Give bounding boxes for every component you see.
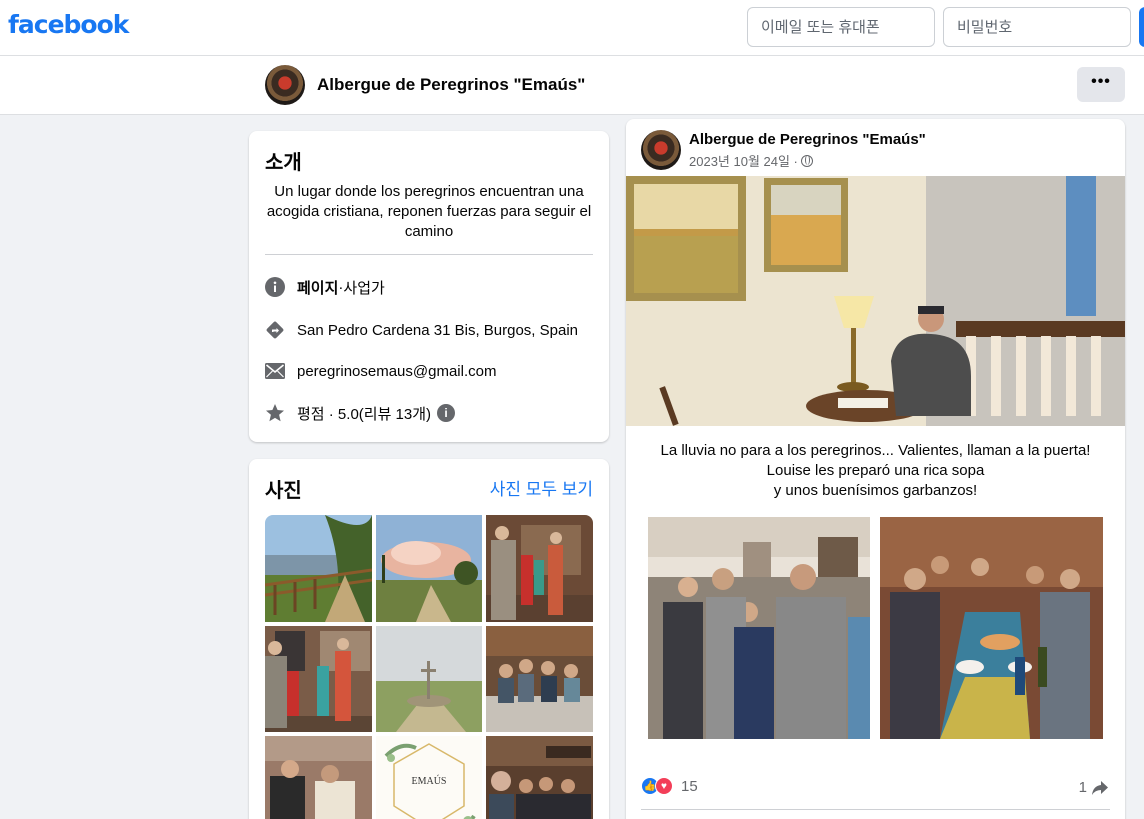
photo-thumbnail[interactable]: EMAÚS [376,736,482,819]
shares-summary[interactable]: 1 [1079,779,1109,796]
about-card: 소개 Un lugar donde los peregrinos encuent… [249,131,609,442]
email-row[interactable]: peregrinosemaus@gmail.com [265,360,496,382]
directions-icon [265,320,285,340]
love-reaction-icon: ♥ [655,777,673,795]
rating-info-icon[interactable]: i [437,404,456,422]
category-value: 사업가 [343,279,385,297]
about-title: 소개 [265,152,302,174]
share-icon [1092,780,1108,795]
emaus-logo-text: EMAÚS [411,775,446,787]
post-photo-group[interactable] [648,517,870,739]
category-label: 페이지 [297,279,339,297]
post-text: La lluvia no para a los peregrinos... Va… [626,441,1125,501]
post-meta: 2023년 10월 24일 · [689,151,813,170]
photo-thumbnail[interactable] [265,736,372,819]
about-description: Un lugar donde los peregrinos encuentran… [266,183,592,240]
top-bar: facebook [0,0,1144,56]
shares-count[interactable]: 1 [1079,779,1087,796]
photo-thumbnail[interactable] [486,626,593,732]
post-author-avatar[interactable] [641,130,681,170]
photos-card: 사진 사진 모두 보기 EMAÚS [249,459,609,819]
post-main-photo[interactable] [626,176,1125,426]
see-all-photos-link[interactable]: 사진 모두 보기 [490,475,593,500]
photo-thumbnail[interactable] [486,736,593,819]
facebook-logo[interactable]: facebook [8,10,129,39]
rating-text: 평점 · 5.0(리뷰 13개) [297,405,432,423]
email-text[interactable]: peregrinosemaus@gmail.com [297,363,496,380]
post-text-line: y unos buenísimos garbanzos! [773,482,978,499]
photo-thumbnail[interactable] [376,515,482,622]
page-header: Albergue de Peregrinos "Emaús" ••• [0,56,1144,115]
password-field[interactable] [943,7,1131,47]
info-icon [265,277,285,297]
reactions-summary[interactable]: 👍 ♥ 15 [641,777,698,795]
address-row[interactable]: San Pedro Cardena 31 Bis, Burgos, Spain [265,319,578,341]
rating-row: 평점 · 5.0(리뷰 13개) i [265,402,456,424]
envelope-icon [265,361,285,381]
globe-icon [800,154,813,167]
post-author-name[interactable]: Albergue de Peregrinos "Emaús" [689,131,926,148]
post-text-line: La lluvia no para a los peregrinos... Va… [660,442,1091,459]
photo-thumbnail[interactable] [265,515,372,622]
login-button[interactable] [1139,7,1144,47]
photo-thumbnail[interactable] [486,515,593,622]
page-avatar[interactable] [265,65,305,105]
more-options-button[interactable]: ••• [1077,67,1125,102]
divider [641,809,1110,810]
photo-thumbnail[interactable] [265,626,372,732]
address-text[interactable]: San Pedro Cardena 31 Bis, Burgos, Spain [297,322,578,339]
post-card: Albergue de Peregrinos "Emaús" 2023년 10월… [626,119,1125,819]
page-title[interactable]: Albergue de Peregrinos "Emaús" [317,75,585,95]
photos-title: 사진 [265,480,302,502]
photo-grid: EMAÚS [265,515,593,819]
email-field[interactable] [747,7,935,47]
category-row: 페이지 · 사업가 [265,276,385,298]
star-icon [265,403,285,423]
post-photo-dinner[interactable] [880,517,1103,739]
post-text-line: Louise les preparó una rica sopa [766,462,985,479]
post-date[interactable]: 2023년 10월 24일 · [689,151,798,170]
divider [265,254,593,255]
reactions-count[interactable]: 15 [681,778,698,795]
photo-thumbnail[interactable] [376,626,482,732]
